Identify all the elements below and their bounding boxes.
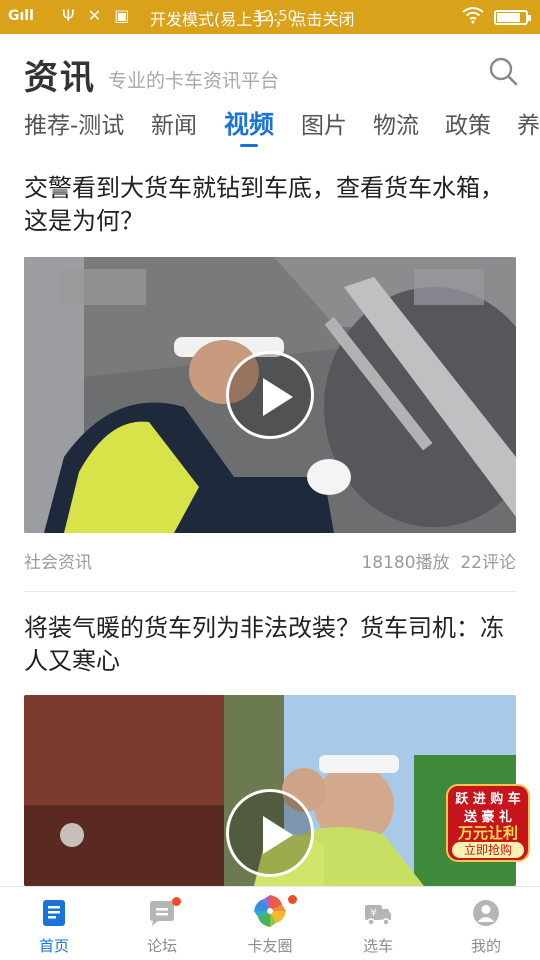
category-tabs: 推荐-测试 新闻 视频 图片 物流 政策 养 [0, 100, 540, 152]
nav-label: 卡友圈 [247, 937, 293, 955]
promo-banner[interactable]: 跃 进 购 车 送 豪 礼 万元让利 立即抢购 [446, 784, 530, 862]
svg-text:¥: ¥ [370, 908, 376, 919]
usb-icon: Ψ [62, 6, 75, 25]
tab-video[interactable]: 视频 [224, 105, 274, 141]
nav-label: 论坛 [146, 937, 177, 955]
article-title[interactable]: 将装气暖的货车列为非法改装？货车司机：冻人又寒心 [24, 612, 516, 678]
tab-news[interactable]: 新闻 [151, 106, 197, 140]
signal-indicator: Gıll [8, 8, 34, 24]
app-logo: 资讯 [24, 58, 96, 98]
article-stats: 18180播放 22评论 [361, 548, 516, 573]
header: 资讯 专业的卡车资讯平台 [0, 34, 540, 100]
news-home-icon [43, 900, 65, 926]
tab-logistics[interactable]: 物流 [373, 106, 419, 140]
article-title[interactable]: 交警看到大货车就钻到车底，查看货车水箱，这是为何？ [24, 172, 516, 238]
wifi-icon [462, 7, 484, 24]
article-card[interactable]: 将装气暖的货车列为非法改装？货车司机：冻人又寒心 [24, 612, 516, 886]
nav-label: 选车 [362, 937, 393, 955]
nav-profile[interactable]: 我的 [432, 887, 540, 960]
play-count: 18180播放 [361, 553, 450, 573]
nav-label: 我的 [470, 937, 501, 955]
tab-more[interactable]: 养 [517, 106, 540, 140]
notification-badge [172, 897, 181, 906]
divider [24, 591, 516, 592]
nav-home[interactable]: 首页 [0, 887, 108, 960]
truck-select-icon: ¥ [365, 905, 391, 926]
status-bar: Gıll Ψ ✕ ▣ 开发模式(易上手)，点击关闭 12:50 [0, 0, 540, 34]
tab-pictures[interactable]: 图片 [301, 106, 347, 140]
active-tab-indicator [240, 144, 258, 147]
battery-icon [494, 10, 531, 25]
pinwheel-icon [254, 895, 286, 927]
developer-mode-notice[interactable]: 开发模式(易上手)，点击关闭 [150, 6, 355, 30]
status-icons: Ψ ✕ ▣ [62, 6, 137, 25]
app-slogan: 专业的卡车资讯平台 [108, 70, 280, 92]
promo-cta-button[interactable]: 立即抢购 [452, 842, 524, 858]
bottom-navigation: 首页 论坛 卡友圈 ¥ 选车 我的 [0, 886, 540, 960]
search-icon[interactable] [488, 56, 518, 86]
clock: 12:50 [254, 7, 298, 25]
notification-badge [288, 895, 297, 904]
article-source: 社会资讯 [24, 553, 92, 573]
play-button[interactable] [226, 789, 314, 877]
article-card[interactable]: 交警看到大货车就钻到车底，查看货车水箱，这是为何？ 社会资讯 18180播放 2… [24, 172, 516, 574]
play-button[interactable] [226, 351, 314, 439]
video-thumbnail[interactable] [24, 695, 516, 886]
comment-count: 22评论 [460, 553, 516, 573]
tools-icon: ✕ [87, 6, 102, 25]
tab-policy[interactable]: 政策 [445, 106, 491, 140]
profile-icon [473, 900, 499, 926]
nav-select-truck[interactable]: ¥ 选车 [324, 887, 432, 960]
video-thumbnail[interactable] [24, 257, 516, 533]
battery-level [497, 13, 520, 22]
promo-headline: 跃 进 购 车 [455, 792, 521, 807]
nav-truck-friends[interactable]: 卡友圈 [216, 887, 324, 960]
nav-forum[interactable]: 论坛 [108, 887, 216, 960]
nav-label: 首页 [38, 937, 69, 955]
tab-recommend[interactable]: 推荐-测试 [24, 106, 124, 140]
notification-icon: ▣ [114, 6, 130, 25]
promo-offer: 万元让利 [457, 824, 518, 842]
